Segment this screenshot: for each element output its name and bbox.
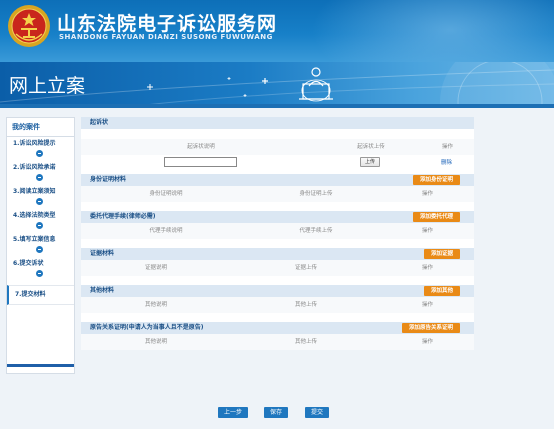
section-title: 起诉状 — [90, 119, 109, 126]
section-evidence-header: 证据材料 添加证据 — [81, 248, 474, 260]
column-header: 操作 — [421, 302, 433, 308]
sidebar-item-risk-commitment[interactable]: 2.诉讼风险承诺 — [7, 161, 74, 185]
column-header: 操作 — [421, 265, 433, 271]
spacer-row — [81, 129, 474, 139]
upload-button[interactable]: 上传 — [360, 157, 380, 167]
sidebar-item-submit-materials[interactable]: 7.提交材料 — [7, 285, 74, 305]
step-arrow-icon — [36, 222, 43, 229]
spacer-row — [81, 202, 474, 211]
column-header: 身份证明上传 — [299, 191, 333, 197]
section-title: 证据材料 — [90, 250, 115, 257]
table-header: 身份证明说明 身份证明上传 操作 — [81, 186, 474, 202]
add-identity-button[interactable]: 添加身份证明 — [412, 175, 460, 185]
section-relation-header: 原告关系证明(申请人为当事人且不是原告) 添加原告关系证明 — [81, 322, 474, 334]
step-arrow-icon — [36, 246, 43, 253]
section-other-header: 其他材料 添加其他 — [81, 285, 474, 297]
column-header: 操作 — [441, 144, 453, 150]
court-emblem-icon — [8, 5, 50, 47]
sidebar-item-court-type[interactable]: 4.选择法院类型 — [7, 209, 74, 233]
add-relation-button[interactable]: 添加原告关系证明 — [401, 323, 460, 333]
column-header: 其他上传 — [294, 339, 317, 345]
sidebar-item-filing-guide[interactable]: 3.阅读立案须知 — [7, 185, 74, 209]
column-header: 操作 — [421, 228, 433, 234]
column-header: 证据说明 — [144, 265, 167, 271]
sidebar-title: 我的案件 — [7, 118, 74, 137]
site-header: 山东法院电子诉讼服务网 SHANDONG FAYUAN DIANZI SUSON… — [0, 0, 554, 62]
sidebar-item-label: 4.选择法院类型 — [13, 212, 56, 219]
step-arrow-icon — [36, 174, 43, 181]
sidebar-item-label: 6.提交诉状 — [13, 260, 44, 267]
sidebar-item-label: 7.提交材料 — [15, 291, 46, 298]
column-header: 起诉状上传 — [357, 144, 385, 150]
column-header: 其他说明 — [144, 339, 167, 345]
table-header: 其他说明 其他上传 操作 — [81, 297, 474, 313]
banner-bottom-strip — [0, 104, 554, 108]
prev-step-button[interactable]: 上一步 — [218, 407, 249, 418]
section-title: 身份证明材料 — [90, 176, 127, 183]
section-identity-header: 身份证明材料 添加身份证明 — [81, 174, 474, 186]
steps-sidebar: 我的案件 1.诉讼风险提示 2.诉讼风险承诺 3.阅读立案须知 4.选择法院类型… — [6, 117, 75, 374]
complaint-description-input[interactable] — [164, 157, 237, 167]
site-subtitle: SHANDONG FAYUAN DIANZI SUSONG FUWUWANG — [59, 33, 273, 41]
column-header: 证据上传 — [294, 265, 317, 271]
sidebar-item-label: 1.诉讼风险提示 — [13, 140, 56, 147]
table-header: 代理手续说明 代理手续上传 操作 — [81, 223, 474, 239]
sidebar-item-submit-complaint[interactable]: 6.提交诉状 — [7, 257, 74, 281]
sidebar-item-label: 2.诉讼风险承诺 — [13, 164, 56, 171]
spacer-row — [81, 313, 474, 322]
sidebar-item-label: 5.填写立案信息 — [13, 236, 56, 243]
column-header: 起诉状说明 — [187, 144, 215, 150]
spacer-row — [81, 276, 474, 285]
banner-title: 网上立案 — [9, 75, 86, 97]
complaint-file-row: 上传 删除 — [81, 155, 474, 169]
section-title: 原告关系证明(申请人为当事人且不是原告) — [90, 324, 204, 331]
column-header: 其他说明 — [144, 302, 167, 308]
step-arrow-icon — [36, 150, 43, 157]
delete-link[interactable]: 删除 — [441, 158, 452, 166]
step-arrow-icon — [36, 270, 43, 277]
column-header: 代理手续说明 — [149, 228, 183, 234]
column-header: 代理手续上传 — [299, 228, 333, 234]
add-other-button[interactable]: 添加其他 — [423, 286, 460, 296]
section-title: 其他材料 — [90, 287, 115, 294]
table-header: 证据说明 证据上传 操作 — [81, 260, 474, 276]
materials-panel: 起诉状 起诉状说明 起诉状上传 操作 上传 删除 身份证明材料 添加身份证明 身… — [81, 117, 474, 350]
site-title: 山东法院电子诉讼服务网 — [57, 13, 278, 35]
add-evidence-button[interactable]: 添加证据 — [423, 249, 460, 259]
add-agency-button[interactable]: 添加委托代理 — [412, 212, 460, 222]
table-header: 起诉状说明 起诉状上传 操作 — [81, 139, 474, 155]
section-agency-header: 委托代理手续(律师必需) 添加委托代理 — [81, 211, 474, 223]
save-button[interactable]: 保存 — [264, 407, 289, 418]
sidebar-bottom-line — [7, 364, 74, 367]
column-header: 操作 — [421, 339, 433, 345]
section-complaint-header: 起诉状 — [81, 117, 474, 129]
sidebar-item-label: 3.阅读立案须知 — [13, 188, 56, 195]
table-header: 其他说明 其他上传 操作 — [81, 334, 474, 350]
submit-button[interactable]: 提交 — [305, 407, 330, 418]
header-glow — [300, 0, 554, 62]
column-header: 其他上传 — [294, 302, 317, 308]
step-arrow-icon — [36, 198, 43, 205]
section-title: 委托代理手续(律师必需) — [90, 213, 156, 220]
column-header: 身份证明说明 — [149, 191, 183, 197]
sidebar-item-filing-info[interactable]: 5.填写立案信息 — [7, 233, 74, 257]
sidebar-item-risk-notice[interactable]: 1.诉讼风险提示 — [7, 137, 74, 161]
column-header: 操作 — [421, 191, 433, 197]
spacer-row — [81, 239, 474, 248]
page-banner: 网上立案 — [0, 62, 554, 108]
